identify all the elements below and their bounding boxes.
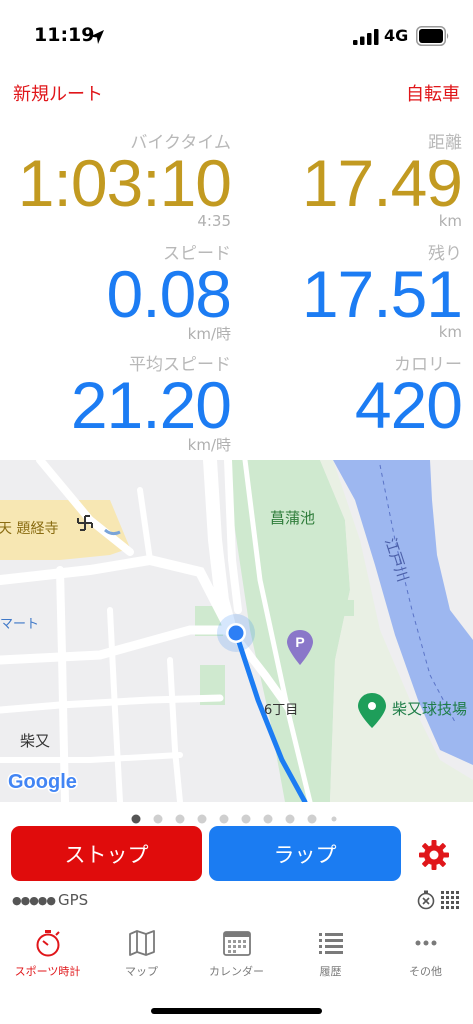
page-dot[interactable]: [131, 814, 141, 824]
stop-button[interactable]: ストップ: [11, 826, 202, 881]
gps-label: GPS: [58, 891, 89, 909]
distance-value: 17.49: [301, 146, 463, 220]
tab-calendar[interactable]: カレンダー: [189, 928, 284, 984]
network-label: 4G: [384, 26, 409, 45]
current-location-dot[interactable]: [228, 625, 244, 641]
avg-speed-value: 21.20: [70, 368, 232, 442]
map-label-ballpark: 柴又球技場: [392, 700, 467, 718]
speed-value: 0.08: [106, 257, 232, 331]
avg-speed-unit: km/時: [187, 436, 231, 454]
remaining-value: 17.51: [301, 257, 463, 331]
map-label-mart: マート: [0, 617, 39, 632]
status-bar: 11:19 4G: [0, 0, 473, 76]
tab-map[interactable]: マップ: [94, 928, 189, 984]
page-dot[interactable]: [153, 814, 163, 824]
battery-icon: [416, 26, 449, 46]
tab-label: スポーツ時計: [14, 965, 81, 978]
map-label-temple: 天 題経寺: [0, 521, 58, 537]
tab-history[interactable]: 履歴: [283, 928, 378, 984]
calories-value: 420: [354, 368, 463, 442]
page-dot[interactable]: [197, 814, 207, 824]
auto-pause-off-icon[interactable]: [416, 890, 436, 910]
bike-time-value: 1:03:10: [17, 146, 232, 220]
map-label-shibamata: 柴又: [20, 732, 50, 750]
map-canvas[interactable]: P 天 題経寺 菖蒲池 マート 柴又 6丁目 柴又球技場 江戸川 Google: [0, 460, 473, 802]
map-icon: [128, 930, 155, 956]
calendar-icon: [222, 931, 251, 956]
home-indicator[interactable]: [151, 1008, 322, 1014]
page-dot[interactable]: [175, 814, 185, 824]
more-icon: [415, 940, 436, 946]
signal-bars-icon: [353, 29, 379, 45]
google-logo: Google: [8, 771, 77, 793]
gps-signal-dots: ●●●●●: [12, 894, 56, 907]
page-dot[interactable]: [263, 814, 273, 824]
lap-button[interactable]: ラップ: [209, 826, 401, 881]
gear-icon[interactable]: [417, 838, 451, 872]
new-route-link[interactable]: 新規ルート: [13, 80, 103, 106]
green-patch: [334, 600, 354, 616]
keypad-icon[interactable]: [441, 891, 459, 909]
page-indicator[interactable]: [130, 810, 350, 824]
page-dot[interactable]: [331, 816, 337, 822]
page-dot[interactable]: [219, 814, 229, 824]
page-dot[interactable]: [241, 814, 251, 824]
tab-label: マップ: [125, 965, 158, 978]
stopwatch-icon: [36, 930, 60, 957]
page-dot[interactable]: [285, 814, 295, 824]
tab-label: 履歴: [319, 965, 342, 978]
speed-unit: km/時: [187, 325, 231, 343]
list-icon: [318, 933, 343, 954]
map-label-block: 6丁目: [264, 703, 298, 718]
tab-label: その他: [409, 965, 442, 978]
tab-label: カレンダー: [209, 965, 264, 978]
page-dot[interactable]: [307, 814, 317, 824]
activity-type-link[interactable]: 自転車: [406, 80, 460, 106]
route-map[interactable]: P 天 題経寺 菖蒲池 マート 柴又 6丁目 柴又球技場 江戸川 Google: [0, 460, 473, 802]
bike-time-sub: 4:35: [197, 212, 231, 230]
location-arrow-icon: [90, 30, 104, 44]
tab-more[interactable]: その他: [378, 928, 473, 984]
status-time: 11:19: [34, 24, 95, 46]
svg-text:P: P: [295, 634, 304, 650]
remaining-unit: km: [438, 323, 462, 341]
tab-sports-watch[interactable]: スポーツ時計: [0, 928, 95, 984]
distance-unit: km: [438, 212, 462, 230]
map-label-pond: 菖蒲池: [270, 509, 315, 527]
